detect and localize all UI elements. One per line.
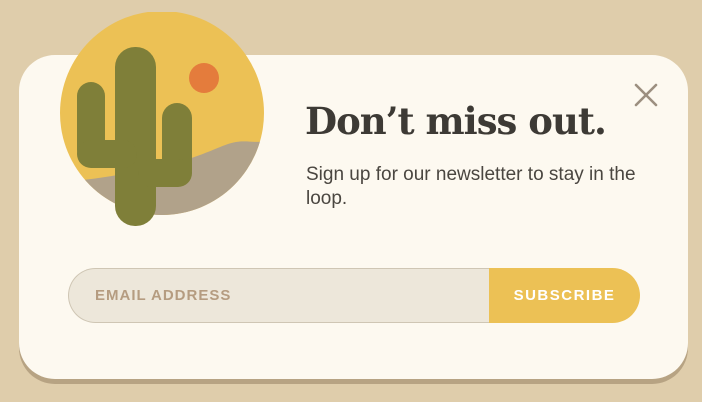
newsletter-form: SUBSCRIBE <box>68 268 640 323</box>
subscribe-button[interactable]: SUBSCRIBE <box>489 268 640 323</box>
desert-cactus-illustration <box>60 12 264 226</box>
sun-icon <box>189 63 219 93</box>
email-field[interactable] <box>68 268 489 323</box>
popup-subtitle: Sign up for our newsletter to stay in th… <box>306 164 636 209</box>
close-button[interactable] <box>627 80 665 110</box>
close-icon <box>634 83 658 107</box>
popup-headline: Don’t miss out. <box>305 99 607 143</box>
